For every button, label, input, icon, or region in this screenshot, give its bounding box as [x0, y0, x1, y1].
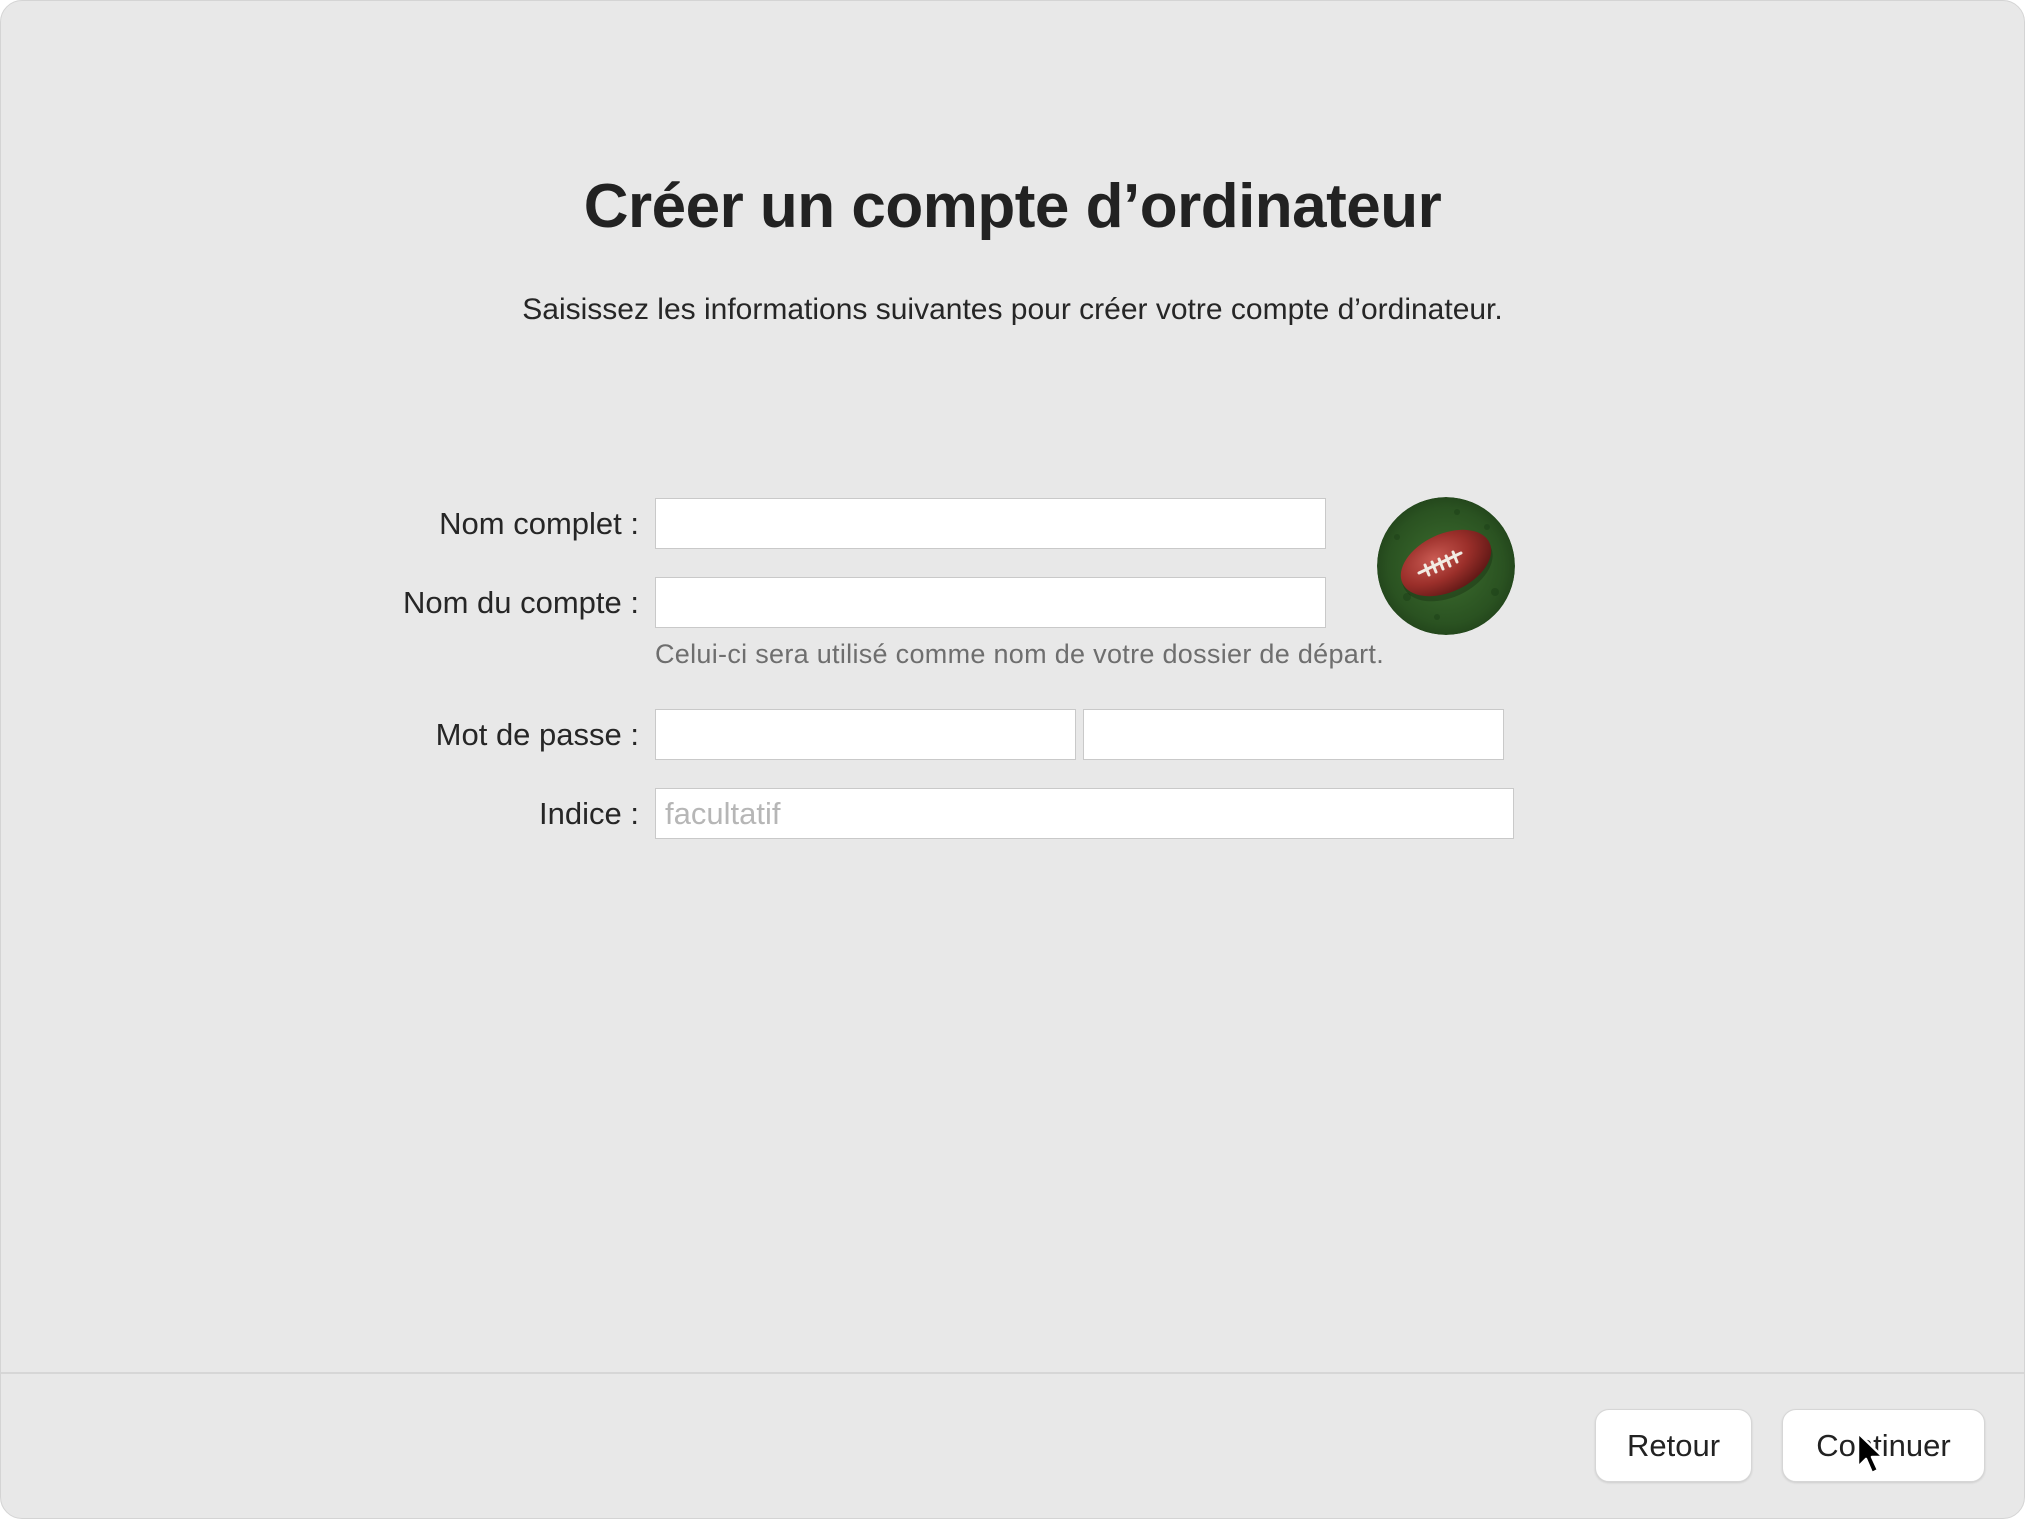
full-name-field[interactable]: [655, 498, 1326, 549]
page-title: Créer un compte d’ordinateur: [583, 172, 1442, 241]
setup-window: Créer un compte d’ordinateur Saisissez l…: [0, 0, 2025, 1519]
account-name-hint: Celui-ci sera utilisé comme nom de votre…: [655, 639, 1385, 669]
user-picture[interactable]: [1377, 497, 1515, 635]
footer-divider: [1, 1372, 2024, 1374]
password-verify-field[interactable]: [1083, 709, 1504, 760]
account-name-label: Nom du compte :: [402, 585, 639, 620]
account-name-field[interactable]: [655, 577, 1326, 628]
hint-field[interactable]: [655, 788, 1514, 839]
hint-label: Indice :: [539, 796, 639, 831]
back-button[interactable]: Retour: [1595, 1409, 1752, 1482]
page-subtitle: Saisissez les informations suivantes pou…: [522, 293, 1503, 326]
football-icon: [1377, 497, 1515, 635]
back-button-label: Retour: [1626, 1427, 1721, 1463]
continue-button-label: Continuer: [1816, 1427, 1951, 1463]
password-field[interactable]: [655, 709, 1076, 760]
full-name-label: Nom complet :: [439, 506, 639, 541]
continue-button[interactable]: Continuer: [1782, 1409, 1985, 1482]
password-label: Mot de passe :: [435, 717, 639, 752]
